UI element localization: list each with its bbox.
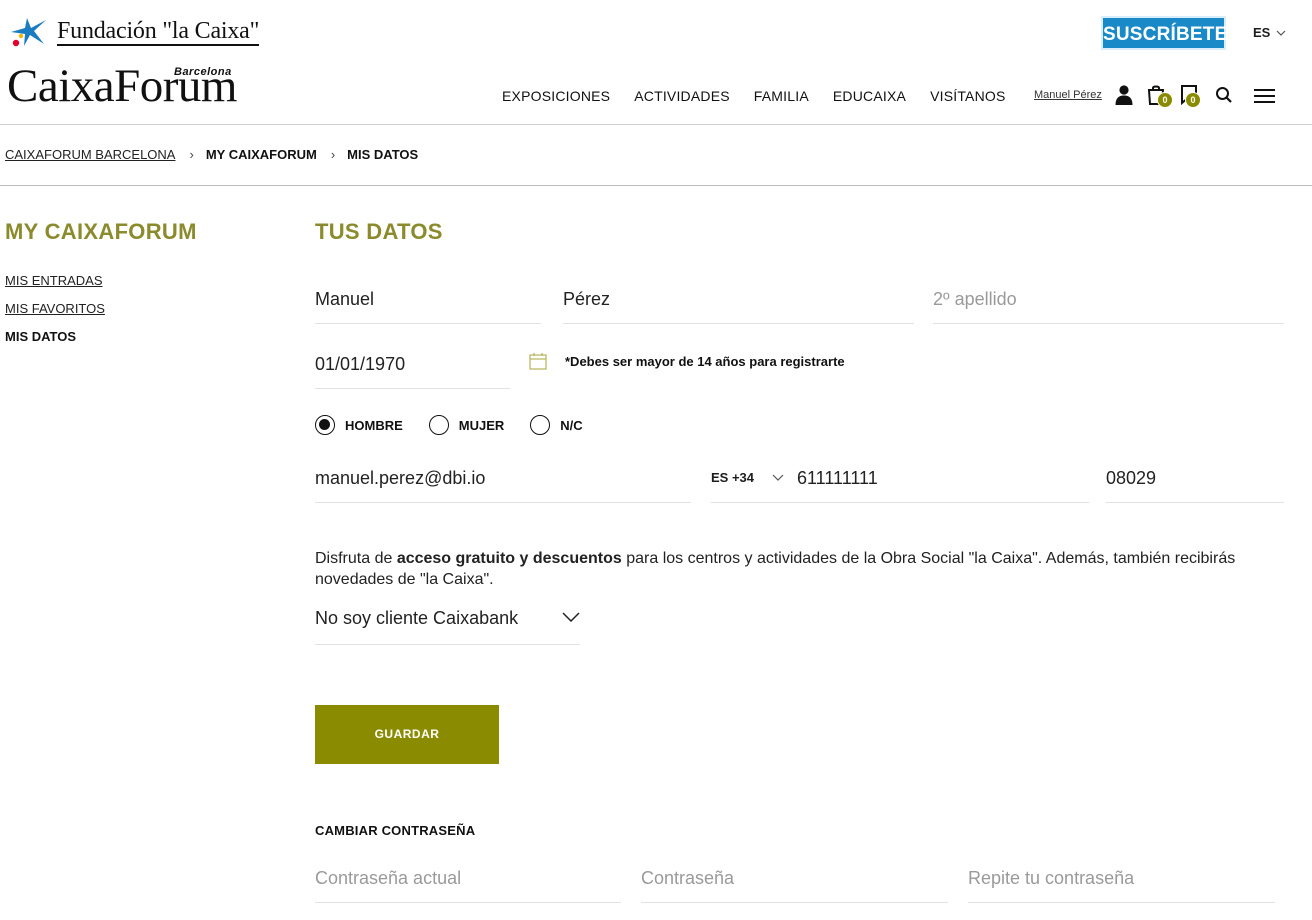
promo-text-line2: novedades de "la Caixa".: [315, 571, 494, 588]
nav-familia[interactable]: FAMILIA: [754, 88, 809, 104]
email-field: [315, 466, 691, 503]
user-icon[interactable]: [1113, 84, 1137, 108]
new-password-input[interactable]: [641, 866, 948, 890]
gender-label: MUJER: [458, 417, 505, 433]
nav-actividades[interactable]: ACTIVIDADES: [634, 88, 730, 104]
last-name-field: [563, 287, 914, 324]
gender-option-hombre[interactable]: HOMBRE: [315, 415, 403, 435]
second-last-name-field: [933, 287, 1284, 324]
form-title: TUS DATOS: [315, 219, 443, 244]
client-type-value: No soy cliente Caixabank: [315, 608, 519, 628]
nav-exposiciones[interactable]: EXPOSICIONES: [502, 88, 610, 104]
birthdate-input[interactable]: [315, 352, 510, 376]
breadcrumb-current: MIS DATOS: [347, 147, 419, 162]
sidebar-item-mis-datos[interactable]: MIS DATOS: [5, 323, 105, 351]
current-password-field: [315, 866, 621, 903]
promo-text-end: para los centros y actividades de la Obr…: [621, 550, 1236, 567]
last-name-input[interactable]: [563, 287, 914, 311]
gender-option-mujer[interactable]: MUJER: [428, 415, 505, 435]
fundacion-logo[interactable]: Fundación "la Caixa": [8, 14, 259, 50]
breadcrumb-my-caixaforum[interactable]: MY CAIXAFORUM: [206, 147, 317, 162]
subscribe-button[interactable]: SUSCRÍBETE: [1101, 16, 1227, 50]
language-selector[interactable]: ES: [1253, 25, 1286, 40]
brand-city: Barcelona: [174, 66, 232, 78]
la-caixa-star-icon: [11, 18, 46, 47]
repeat-password-input[interactable]: [968, 866, 1275, 890]
caixaforum-logo[interactable]: CaixaForum Barcelona: [7, 60, 257, 110]
first-name-field: [315, 287, 541, 324]
user-name-link[interactable]: Manuel Pérez: [1034, 89, 1102, 101]
phone-input[interactable]: [797, 466, 1077, 490]
age-note: *Debes ser mayor de 14 años para registr…: [565, 354, 845, 369]
radio-checked-icon: [315, 415, 335, 435]
breadcrumb-home[interactable]: CAIXAFORUM BARCELONA: [5, 147, 175, 162]
search-icon[interactable]: [1215, 86, 1239, 110]
phone-prefix-label: ES +34: [711, 470, 755, 485]
chevron-right-icon: ›: [330, 147, 336, 162]
gender-label: N/C: [560, 417, 583, 433]
birthdate-field: [315, 352, 510, 389]
calendar-icon[interactable]: [529, 352, 547, 370]
postal-code-input[interactable]: [1106, 466, 1284, 490]
cart-count-badge: 0: [1157, 92, 1173, 108]
phone-input-wrap: [797, 466, 1077, 490]
sidebar-item-mis-favoritos[interactable]: MIS FAVORITOS: [5, 295, 105, 323]
promo-text-start: Disfruta de: [315, 550, 397, 567]
promo-text-bold: acceso gratuito y descuentos: [396, 550, 622, 567]
favorites-button[interactable]: 0: [1179, 84, 1203, 108]
main-nav: EXPOSICIONES ACTIVIDADES FAMILIA EDUCAIX…: [502, 88, 1030, 104]
gender-option-nc[interactable]: N/C: [530, 415, 583, 435]
client-type-select[interactable]: No soy cliente Caixabank: [315, 608, 580, 645]
site-header: Fundación "la Caixa" CaixaForum Barcelon…: [0, 0, 1312, 125]
repeat-password-field: [968, 866, 1275, 903]
chevron-down-icon: [1276, 30, 1286, 36]
gender-label: HOMBRE: [345, 417, 403, 433]
nav-visitanos[interactable]: VISÍTANOS: [930, 88, 1005, 104]
chevron-down-icon: [772, 474, 784, 481]
sidebar-title: MY CAIXAFORUM: [5, 219, 197, 244]
foundation-name: Fundación "la Caixa": [57, 18, 260, 46]
postal-code-field: [1106, 466, 1284, 503]
save-button[interactable]: GUARDAR: [315, 705, 499, 764]
cart-button[interactable]: 0: [1146, 84, 1173, 108]
first-name-input[interactable]: [315, 287, 541, 311]
current-password-input[interactable]: [315, 866, 621, 890]
change-password-title: CAMBIAR CONTRASEÑA: [315, 823, 476, 838]
gender-radio-group: HOMBRE MUJER N/C: [315, 415, 609, 435]
divider: [0, 185, 1312, 186]
second-last-name-input[interactable]: [933, 287, 1284, 311]
promo-text: Disfruta de acceso gratuito y descuentos…: [315, 548, 1312, 590]
nav-educaixa[interactable]: EDUCAIXA: [833, 88, 906, 104]
menu-icon[interactable]: [1254, 88, 1278, 112]
language-label: ES: [1253, 25, 1271, 40]
phone-prefix-select[interactable]: ES +34: [711, 470, 784, 485]
chevron-down-icon: [562, 612, 580, 622]
sidebar-nav: MIS ENTRADAS MIS FAVORITOS MIS DATOS: [5, 267, 105, 351]
new-password-field: [641, 866, 948, 903]
favorites-count-badge: 0: [1185, 92, 1201, 108]
email-input[interactable]: [315, 466, 691, 490]
sidebar-item-mis-entradas[interactable]: MIS ENTRADAS: [5, 267, 105, 295]
breadcrumb: CAIXAFORUM BARCELONA › MY CAIXAFORUM › M…: [5, 147, 418, 162]
radio-unchecked-icon: [530, 415, 551, 435]
radio-unchecked-icon: [428, 415, 449, 435]
chevron-right-icon: ›: [189, 147, 194, 162]
